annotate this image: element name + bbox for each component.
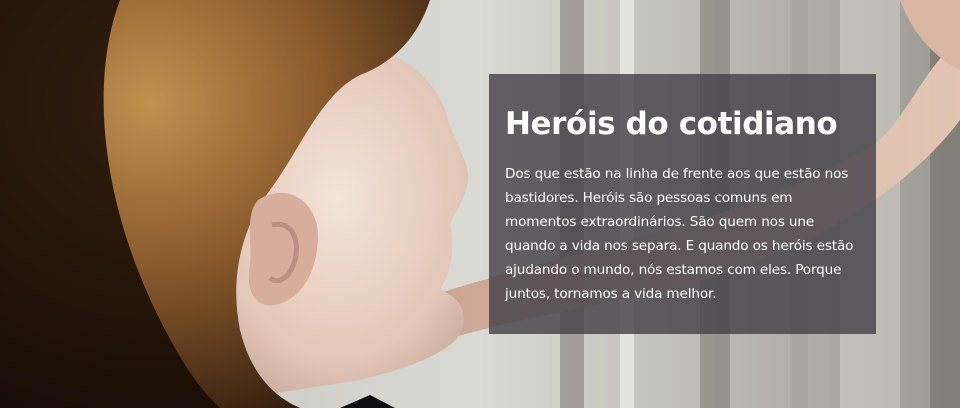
- hero-banner: Heróis do cotidiano Dos que estão na lin…: [0, 0, 960, 408]
- hero-text-card: Heróis do cotidiano Dos que estão na lin…: [489, 74, 876, 334]
- hero-title: Heróis do cotidiano: [505, 106, 838, 142]
- hero-description: Dos que estão na linha de frente aos que…: [505, 166, 854, 302]
